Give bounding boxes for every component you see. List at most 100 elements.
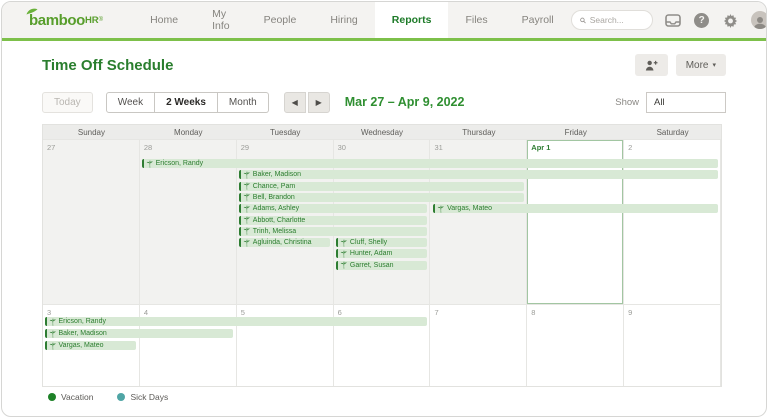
date-range-label: Mar 27 – Apr 9, 2022 — [344, 95, 465, 109]
logo-registered-mark: ® — [98, 17, 104, 23]
prev-period-button[interactable]: ◀ — [283, 91, 306, 113]
app-window: bamboo HR ® Home My Info People Hiring Reports… — [1, 1, 767, 417]
timeoff-event-trinh-melissa[interactable]: Trinh, Melissa — [238, 226, 428, 236]
timeoff-event-ericson-randy[interactable]: Ericson, Randy — [44, 317, 428, 326]
page-title: Time Off Schedule — [42, 56, 174, 74]
view-switcher: Week 2 Weeks Month — [105, 91, 269, 113]
nav-item-reports[interactable]: Reports — [374, 2, 449, 38]
event-label: Hunter, Adam — [349, 250, 393, 258]
legend-label: Sick Days — [130, 392, 169, 402]
day-cell[interactable]: 9 — [624, 305, 722, 386]
legend: Vacation Sick Days — [48, 392, 168, 402]
date-number: 31 — [434, 143, 443, 152]
bamboo-leaf-icon — [26, 8, 38, 15]
nav-item-files[interactable]: Files — [448, 2, 504, 38]
search-box[interactable] — [570, 10, 653, 30]
today-button[interactable]: Today — [42, 91, 93, 113]
day-header-row: Sunday Monday Tuesday Wednesday Thursday Frid… — [43, 125, 721, 139]
date-number: 8 — [531, 308, 536, 317]
calendar-week-1: 27 28 29 30 31 Apr 1 2 Ericson, Randy Baker, Mad… — [43, 139, 722, 304]
timeoff-event-ericson-randy[interactable]: Ericson, Randy — [141, 159, 719, 168]
event-label: Baker, Madison — [252, 171, 302, 179]
more-button-label: More — [685, 59, 709, 71]
event-label: Adams, Ashley — [252, 205, 300, 213]
nav-item-hiring[interactable]: Hiring — [313, 2, 374, 38]
timeoff-event-vargas-mateo[interactable]: Vargas, Mateo — [433, 204, 719, 214]
nav-item-home[interactable]: Home — [133, 2, 195, 38]
event-label: Garret, Susan — [349, 261, 394, 269]
date-number: 9 — [628, 308, 633, 317]
timeoff-event-agluinda-christina[interactable]: Agluinda, Christina — [238, 238, 330, 248]
day-header-thursday: Thursday — [462, 127, 496, 137]
day-cell[interactable]: 27 — [43, 140, 140, 304]
nav-item-people[interactable]: People — [247, 2, 314, 38]
user-avatar[interactable] — [750, 11, 766, 29]
event-label: Vargas, Mateo — [58, 342, 104, 349]
date-number: 4 — [143, 308, 149, 317]
view-button-2-weeks[interactable]: 2 Weeks — [155, 91, 218, 113]
timeoff-event-vargas-mateo[interactable]: Vargas, Mateo — [44, 341, 136, 350]
date-number: 5 — [240, 308, 245, 317]
search-icon — [579, 17, 586, 23]
settings-gear-icon[interactable] — [722, 11, 740, 29]
event-label: Chance, Pam — [252, 182, 296, 190]
view-button-month[interactable]: Month — [217, 91, 269, 113]
date-number: 30 — [337, 143, 346, 152]
bamboohr-logo[interactable]: bamboo HR ® — [2, 2, 133, 38]
timeoff-event-adams-ashley[interactable]: Adams, Ashley — [238, 204, 428, 214]
calendar-week-2: 3 4 5 6 7 8 9 Ericson, Randy Baker, Madison Varga… — [43, 304, 722, 386]
event-label: Baker, Madison — [58, 330, 107, 337]
legend-item-sick-days: Sick Days — [117, 392, 168, 402]
legend-label: Vacation — [61, 392, 94, 402]
day-header-monday: Monday — [174, 127, 203, 137]
date-number: 28 — [143, 143, 153, 152]
event-label: Bell, Brandon — [252, 193, 295, 201]
nav-item-payroll[interactable]: Payroll — [505, 2, 571, 38]
show-filter-label: Show — [615, 96, 639, 108]
accent-divider — [2, 38, 766, 41]
day-header-friday: Friday — [564, 127, 587, 137]
event-label: Agluinda, Christina — [252, 239, 312, 247]
topbar-right-controls: ? — [570, 2, 766, 38]
day-header-saturday: Saturday — [656, 127, 689, 137]
show-filter-select[interactable]: All — [646, 91, 726, 113]
day-header-sunday: Sunday — [77, 127, 105, 137]
person-add-icon — [645, 60, 658, 71]
event-label: Ericson, Randy — [58, 318, 106, 325]
event-label: Trinh, Melissa — [252, 227, 297, 235]
timeoff-event-baker-madison[interactable]: Baker, Madison — [44, 329, 233, 338]
date-number: 6 — [337, 308, 342, 317]
timeoff-event-garret-susan[interactable]: Garret, Susan — [335, 260, 428, 270]
timeoff-event-chance-pam[interactable]: Chance, Pam — [238, 181, 525, 191]
view-button-week[interactable]: Week — [105, 91, 156, 113]
day-cell[interactable]: 8 — [527, 305, 625, 386]
nav-item-my-info[interactable]: My Info — [195, 2, 247, 38]
date-number: 3 — [47, 308, 52, 317]
day-header-wednesday: Wednesday — [360, 127, 404, 137]
day-cell[interactable]: 7 — [430, 305, 528, 386]
top-navigation-bar: bamboo HR ® Home My Info People Hiring Reports… — [2, 2, 766, 38]
date-number: 7 — [434, 308, 439, 317]
logo-hr-text: HR — [84, 14, 99, 26]
vacation-dot-icon — [48, 393, 56, 401]
help-icon[interactable]: ? — [693, 11, 711, 29]
event-label: Vargas, Mateo — [447, 205, 493, 213]
search-input[interactable] — [589, 15, 644, 25]
timeoff-event-bell-brandon[interactable]: Bell, Brandon — [238, 192, 525, 202]
nav-items: Home My Info People Hiring Reports Files Payro… — [133, 2, 571, 38]
legend-item-vacation: Vacation — [48, 392, 93, 402]
date-number: 27 — [47, 143, 56, 152]
event-label: Cluff, Shelly — [349, 239, 388, 247]
timeoff-event-baker-madison[interactable]: Baker, Madison — [238, 170, 719, 180]
timeoff-event-cluff-shelly[interactable]: Cluff, Shelly — [335, 238, 428, 248]
event-label: Ericson, Randy — [155, 160, 204, 167]
date-number: 2 — [628, 143, 633, 152]
inbox-icon[interactable] — [664, 11, 682, 29]
timeoff-event-hunter-adam[interactable]: Hunter, Adam — [335, 249, 428, 259]
add-person-button[interactable] — [634, 54, 668, 76]
more-button[interactable]: More ▾ — [675, 54, 726, 76]
event-label: Abbott, Charlotte — [252, 216, 306, 224]
timeoff-calendar: Sunday Monday Tuesday Wednesday Thursday Frid… — [42, 124, 722, 387]
next-period-button[interactable]: ▶ — [307, 91, 330, 113]
timeoff-event-abbott-charlotte[interactable]: Abbott, Charlotte — [238, 215, 428, 225]
